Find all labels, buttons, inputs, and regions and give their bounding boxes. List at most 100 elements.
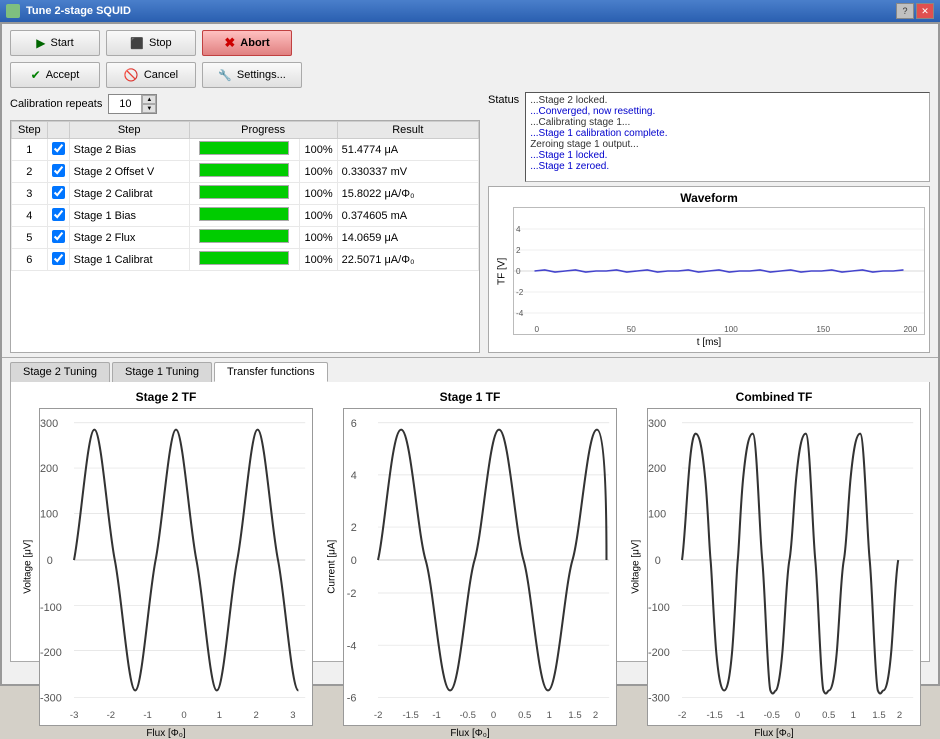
row-num: 2 <box>12 161 48 183</box>
svg-text:-200: -200 <box>40 647 62 659</box>
col-header-check <box>47 122 69 139</box>
svg-text:0: 0 <box>351 555 357 567</box>
row-name: Stage 2 Flux <box>69 227 189 249</box>
row-percent: 100% <box>299 183 337 205</box>
accept-button[interactable]: ✔ Accept <box>10 62 100 88</box>
svg-text:4: 4 <box>351 470 357 482</box>
row-checkbox[interactable] <box>52 252 65 265</box>
svg-text:1.5: 1.5 <box>568 710 581 721</box>
svg-text:3: 3 <box>290 710 295 721</box>
svg-text:0.5: 0.5 <box>518 710 531 721</box>
waveform-svg: 4 2 0 -2 -4 0 50 100 150 200 <box>514 208 924 334</box>
table-row: 5 Stage 2 Flux 100% 14.0659 μA <box>12 227 479 249</box>
row-checkbox[interactable] <box>52 208 65 221</box>
svg-text:1: 1 <box>547 710 552 721</box>
status-message: ...Stage 1 calibration complete. <box>530 128 925 139</box>
row-checkbox-cell[interactable] <box>47 249 69 271</box>
svg-text:-100: -100 <box>40 602 62 614</box>
waveform-x-label: t [ms] <box>493 337 925 348</box>
calibration-repeats-row: Calibration repeats ▲ ▼ <box>10 92 480 116</box>
svg-text:-1: -1 <box>143 710 151 721</box>
calibration-repeats-input[interactable] <box>109 95 141 113</box>
row-progress <box>189 205 299 227</box>
svg-text:-100: -100 <box>648 602 670 614</box>
svg-text:100: 100 <box>40 508 58 520</box>
row-checkbox-cell[interactable] <box>47 205 69 227</box>
row-result: 15.8022 μA/Φ₀ <box>337 183 478 205</box>
status-message: ...Calibrating stage 1... <box>530 117 925 128</box>
svg-text:4: 4 <box>516 224 521 234</box>
svg-text:-6: -6 <box>347 692 357 704</box>
start-button[interactable]: ▶ Start <box>10 30 100 56</box>
svg-text:2: 2 <box>897 710 902 721</box>
row-progress <box>189 139 299 161</box>
svg-text:0: 0 <box>491 710 496 721</box>
tab-stage2-tuning[interactable]: Stage 2 Tuning <box>10 362 110 382</box>
row-checkbox-cell[interactable] <box>47 161 69 183</box>
svg-text:1: 1 <box>851 710 856 721</box>
row-progress <box>189 249 299 271</box>
svg-text:-1: -1 <box>432 710 440 721</box>
close-button[interactable]: ✕ <box>916 3 934 19</box>
spinner-down[interactable]: ▼ <box>142 104 156 113</box>
row-checkbox[interactable] <box>52 142 65 155</box>
status-message: ...Stage 2 locked. <box>530 95 925 106</box>
svg-text:0: 0 <box>535 324 540 334</box>
row-checkbox-cell[interactable] <box>47 227 69 249</box>
secondary-toolbar: ✔ Accept 🚫 Cancel 🔧 Settings... <box>2 62 938 92</box>
stop-button[interactable]: ⬛ Stop <box>106 30 196 56</box>
svg-text:-2: -2 <box>107 710 115 721</box>
spinner-up[interactable]: ▲ <box>142 95 156 104</box>
settings-button[interactable]: 🔧 Settings... <box>202 62 302 88</box>
cancel-button[interactable]: 🚫 Cancel <box>106 62 196 88</box>
svg-text:-0.5: -0.5 <box>764 710 780 721</box>
svg-text:0: 0 <box>795 710 800 721</box>
svg-text:0.5: 0.5 <box>822 710 835 721</box>
col-header-progress: Progress <box>189 122 337 139</box>
settings-icon: 🔧 <box>218 69 232 82</box>
row-result: 22.5071 μA/Φ₀ <box>337 249 478 271</box>
play-icon: ▶ <box>36 36 45 50</box>
svg-text:200: 200 <box>904 324 918 334</box>
row-progress <box>189 227 299 249</box>
svg-text:-1: -1 <box>736 710 744 721</box>
row-name: Stage 2 Calibrat <box>69 183 189 205</box>
tab-stage1-tuning[interactable]: Stage 1 Tuning <box>112 362 212 382</box>
svg-text:-200: -200 <box>648 647 670 659</box>
status-log[interactable]: ...Stage 2 locked....Converged, now rese… <box>525 92 930 182</box>
row-result: 0.330337 mV <box>337 161 478 183</box>
table-row: 2 Stage 2 Offset V 100% 0.330337 mV <box>12 161 479 183</box>
waveform-title: Waveform <box>493 191 925 205</box>
svg-text:-300: -300 <box>40 692 62 704</box>
row-checkbox-cell[interactable] <box>47 139 69 161</box>
row-num: 4 <box>12 205 48 227</box>
svg-text:-4: -4 <box>347 640 357 652</box>
right-panel: Status ...Stage 2 locked....Converged, n… <box>488 92 930 353</box>
svg-text:200: 200 <box>40 463 58 475</box>
top-section: Calibration repeats ▲ ▼ Step <box>2 92 938 357</box>
svg-text:300: 300 <box>648 418 666 430</box>
svg-text:0: 0 <box>47 555 53 567</box>
left-panel: Calibration repeats ▲ ▼ Step <box>10 92 480 353</box>
svg-text:1.5: 1.5 <box>872 710 885 721</box>
row-progress <box>189 161 299 183</box>
cancel-icon: 🚫 <box>124 68 139 82</box>
svg-text:300: 300 <box>40 418 58 430</box>
chart-stage2-y-label: Voltage [μV] <box>19 408 37 726</box>
chart-combined-title: Combined TF <box>736 390 813 404</box>
abort-button[interactable]: ✖ Abort <box>202 30 292 56</box>
tab-transfer-functions[interactable]: Transfer functions <box>214 362 328 382</box>
row-checkbox[interactable] <box>52 230 65 243</box>
title-bar: Tune 2-stage SQUID ? ✕ <box>0 0 940 22</box>
row-checkbox[interactable] <box>52 186 65 199</box>
chart-combined-tf: Combined TF Voltage [μV] 300 200 100 <box>627 390 921 653</box>
help-button[interactable]: ? <box>896 3 914 19</box>
row-name: Stage 2 Bias <box>69 139 189 161</box>
row-checkbox[interactable] <box>52 164 65 177</box>
main-window: ▶ Start ⬛ Stop ✖ Abort ✔ Accept 🚫 Cancel… <box>0 22 940 686</box>
row-checkbox-cell[interactable] <box>47 183 69 205</box>
chart-stage2-x-label: Flux [Φ₀] <box>146 728 185 739</box>
row-percent: 100% <box>299 227 337 249</box>
svg-text:100: 100 <box>724 324 738 334</box>
calibration-table: Step Step Progress Result 1 Stage 2 Bias… <box>10 120 480 353</box>
